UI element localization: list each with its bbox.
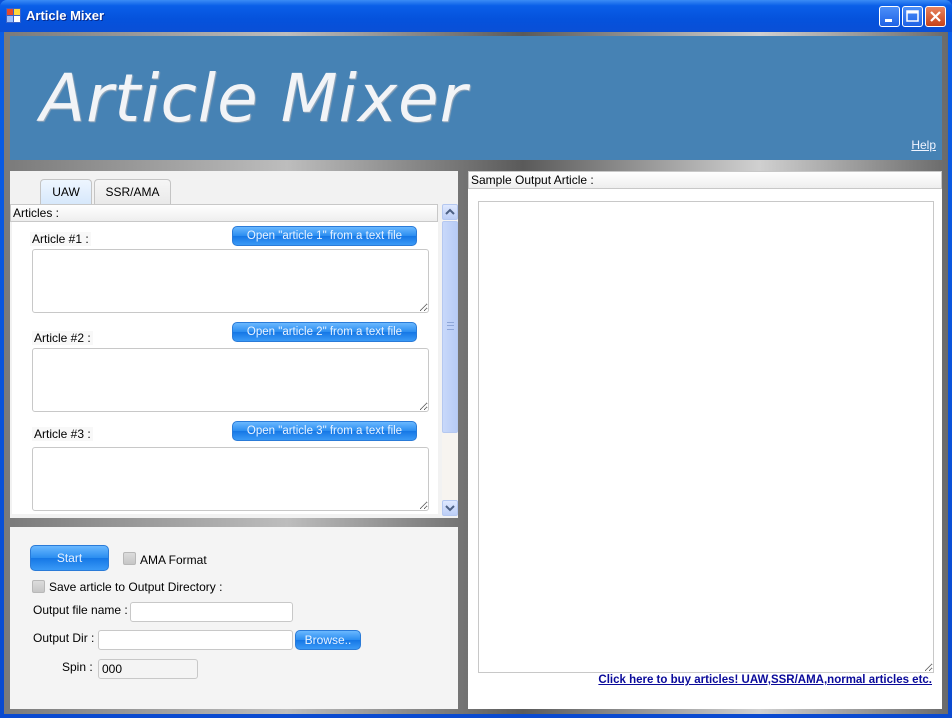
scroll-thumb[interactable] bbox=[442, 221, 458, 433]
browse-button[interactable]: Browse.. bbox=[295, 630, 361, 650]
spin-label: Spin : bbox=[62, 660, 93, 674]
article-2-label: Article #2 : bbox=[32, 331, 93, 345]
spin-input[interactable] bbox=[98, 659, 198, 679]
articles-list: Article #1 : Open "article 1" from a tex… bbox=[12, 222, 438, 514]
ama-format-checkbox[interactable] bbox=[123, 552, 136, 565]
controls-panel: Start AMA Format Save article to Output … bbox=[10, 527, 458, 709]
output-file-input[interactable] bbox=[130, 602, 293, 622]
output-dir-input[interactable] bbox=[98, 630, 293, 650]
chevron-up-icon bbox=[445, 208, 455, 215]
articles-scrollbar[interactable] bbox=[442, 204, 458, 516]
client-area: Article Mixer Help UAW SSR/AMA Articles … bbox=[4, 32, 948, 714]
maximize-button[interactable] bbox=[902, 6, 923, 27]
app-icon bbox=[6, 8, 21, 23]
minimize-icon bbox=[885, 19, 892, 22]
close-button[interactable] bbox=[925, 6, 946, 27]
chevron-down-icon bbox=[445, 505, 455, 512]
open-article-1-button[interactable]: Open "article 1" from a text file bbox=[232, 226, 417, 246]
scroll-down-button[interactable] bbox=[442, 500, 458, 516]
ama-format-label: AMA Format bbox=[140, 553, 207, 567]
window-title: Article Mixer bbox=[26, 8, 105, 23]
article-2-textarea[interactable] bbox=[32, 348, 429, 412]
app-window: Article Mixer Article Mixer Help UAW SSR… bbox=[0, 0, 952, 718]
article-3-label: Article #3 : bbox=[32, 427, 93, 441]
start-button[interactable]: Start bbox=[30, 545, 109, 571]
banner-title: Article Mixer bbox=[40, 60, 468, 137]
tab-uaw[interactable]: UAW bbox=[40, 179, 92, 204]
articles-panel: UAW SSR/AMA Articles : Article #1 : Open… bbox=[10, 171, 458, 518]
maximize-icon bbox=[906, 10, 919, 22]
sample-output-textarea[interactable] bbox=[478, 201, 934, 673]
articles-header: Articles : bbox=[10, 204, 438, 222]
buy-articles-link[interactable]: Click here to buy articles! UAW,SSR/AMA,… bbox=[598, 674, 932, 686]
article-1-textarea[interactable] bbox=[32, 249, 429, 313]
sample-output-header: Sample Output Article : bbox=[468, 171, 942, 189]
open-article-2-button[interactable]: Open "article 2" from a text file bbox=[232, 322, 417, 342]
article-1-label: Article #1 : bbox=[30, 232, 91, 246]
output-panel: Sample Output Article : Click here to bu… bbox=[468, 171, 942, 709]
tab-ssr-ama[interactable]: SSR/AMA bbox=[94, 179, 171, 204]
article-3-textarea[interactable] bbox=[32, 447, 429, 511]
output-dir-label: Output Dir : bbox=[33, 631, 95, 645]
close-icon bbox=[930, 11, 941, 22]
title-bar[interactable]: Article Mixer bbox=[0, 0, 952, 32]
open-article-3-button[interactable]: Open "article 3" from a text file bbox=[232, 421, 417, 441]
help-link[interactable]: Help bbox=[911, 138, 936, 152]
grip-icon bbox=[447, 322, 454, 330]
banner: Article Mixer Help bbox=[10, 36, 942, 160]
output-file-label: Output file name : bbox=[33, 603, 128, 617]
minimize-button[interactable] bbox=[879, 6, 900, 27]
save-to-dir-label: Save article to Output Directory : bbox=[49, 580, 223, 594]
scroll-up-button[interactable] bbox=[442, 204, 458, 220]
save-to-dir-checkbox[interactable] bbox=[32, 580, 45, 593]
